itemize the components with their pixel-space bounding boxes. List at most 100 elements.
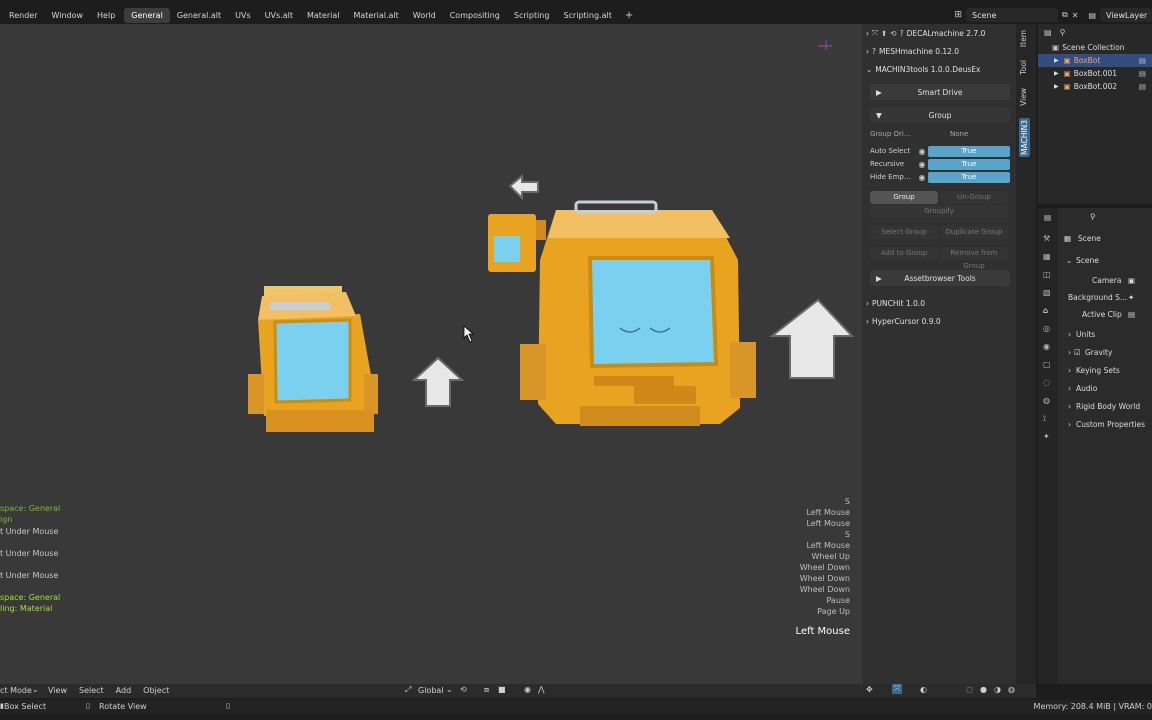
properties-tab-icon[interactable]: ◌ <box>1043 378 1050 387</box>
chevron-right-icon[interactable]: › <box>1068 420 1071 429</box>
expand-arrow-icon[interactable]: ▶ <box>1054 70 1059 77</box>
remove-scene-icon[interactable]: ✕ <box>1072 11 1079 20</box>
scene-icon[interactable]: ⊞ <box>954 10 962 20</box>
tab-scripting-alt[interactable]: Scripting.alt <box>556 8 618 23</box>
background-scene-field-icon[interactable]: ✦ <box>1128 293 1134 302</box>
property-panel-header[interactable]: Rigid Body World <box>1076 402 1140 411</box>
eye-icon[interactable]: ◉ <box>916 147 928 156</box>
add-workspace-button[interactable]: + <box>619 10 639 21</box>
tab-material[interactable]: Material <box>300 8 347 23</box>
proportional-edit-icon[interactable]: ◉ <box>524 685 531 694</box>
viewport-gizmo-icon[interactable]: ✥ <box>866 685 873 694</box>
remove-from-group-button[interactable]: Remove from Group <box>940 247 1008 270</box>
duplicate-group-button[interactable]: Duplicate Group <box>940 226 1008 239</box>
group-prop-toggle[interactable]: True <box>928 145 1010 157</box>
tab-scripting[interactable]: Scripting <box>507 8 557 23</box>
smart-drive-panel[interactable]: ▶ Smart Drive <box>870 84 1010 100</box>
chevron-right-icon[interactable]: › <box>1068 348 1071 357</box>
falloff-icon[interactable]: ⋀ <box>538 685 545 694</box>
chevron-right-icon[interactable]: › <box>1068 330 1071 339</box>
tab-uvs-alt[interactable]: UVs.alt <box>258 8 300 23</box>
groupify-button[interactable]: Groupify <box>870 205 1008 218</box>
properties-header-icon[interactable]: ▤ <box>1044 213 1051 222</box>
chevron-right-icon[interactable]: › <box>1068 384 1071 393</box>
xray-icon[interactable]: ◐ <box>920 685 927 694</box>
addon-panel-0[interactable]: › ⤧ ⬆ ⟲? DECALmachine 2.7.0 <box>866 26 1014 40</box>
chevron-right-icon[interactable]: › <box>1068 366 1071 375</box>
menu-render[interactable]: Render <box>2 11 44 20</box>
eye-icon[interactable]: ◉ <box>916 173 928 182</box>
tab-material-alt[interactable]: Material.alt <box>346 8 405 23</box>
sidebar-tab-item[interactable]: Item <box>1019 30 1028 47</box>
properties-search-icon[interactable]: ⚲ <box>1090 212 1096 221</box>
properties-tab-icon[interactable]: ✦ <box>1043 432 1050 441</box>
viewport-menu-select[interactable]: Select <box>79 686 104 695</box>
snap-target-icon[interactable]: ■ <box>498 685 506 694</box>
tab-general-alt[interactable]: General.alt <box>170 8 228 23</box>
outliner-item[interactable]: ▶ ▣ BoxBot.002 ▤ <box>1038 80 1152 93</box>
gravity-checkbox[interactable]: ☑ <box>1074 348 1081 357</box>
decal-tool-icon[interactable]: ⤧ <box>872 28 878 38</box>
decal-tool-icon[interactable]: ⬆ <box>881 29 887 38</box>
expand-arrow-icon[interactable]: ▶ <box>1054 83 1059 90</box>
sidebar-tab-machin3[interactable]: MACHIN3 <box>1019 118 1030 157</box>
tab-world[interactable]: World <box>406 8 443 23</box>
active-clip-field-icon[interactable]: ▤ <box>1128 310 1135 319</box>
group-panel[interactable]: ▼ Group <box>870 107 1010 123</box>
transform-orientation-selector[interactable]: Global <box>418 686 444 695</box>
properties-tab-icon[interactable]: ◫ <box>1043 270 1051 279</box>
property-panel-header[interactable]: Audio <box>1076 384 1097 393</box>
decal-tool-icon[interactable]: ? <box>900 29 904 38</box>
eye-icon[interactable]: ◉ <box>916 160 928 169</box>
new-scene-icon[interactable]: ⧉ <box>1062 10 1068 20</box>
viewport-menu-object[interactable]: Object <box>143 686 169 695</box>
overlay-icon[interactable]: ⤧ <box>892 684 903 694</box>
collapse-arrow-icon[interactable]: ⌄ <box>1066 256 1072 265</box>
property-panel-header[interactable]: Custom Properties <box>1076 420 1145 429</box>
menu-help[interactable]: Help <box>90 11 122 20</box>
properties-tab-icon[interactable]: ▢ <box>1043 360 1051 369</box>
outliner-display-icon[interactable]: ⚲ <box>1060 28 1066 37</box>
property-panel-header[interactable]: Keying Sets <box>1076 366 1120 375</box>
scene-section-label[interactable]: Scene <box>1076 256 1099 265</box>
properties-tab-icon[interactable]: ▦ <box>1043 252 1051 261</box>
solid-shading-icon[interactable]: ● <box>980 685 987 694</box>
material-shading-icon[interactable]: ◑ <box>994 685 1001 694</box>
outliner-item[interactable]: ▶ ▣ BoxBot ▤ <box>1038 54 1152 67</box>
group-origin-row[interactable]: Group Ori... None <box>870 128 1010 140</box>
camera-field-icon[interactable]: ▣ <box>1128 276 1135 285</box>
outliner-item[interactable]: ▶ ▣ BoxBot.001 ▤ <box>1038 67 1152 80</box>
tab-general[interactable]: General <box>124 7 170 23</box>
select-group-button[interactable]: Select Group <box>870 226 938 239</box>
viewport-menu-add[interactable]: Add <box>116 686 132 695</box>
tab-compositing[interactable]: Compositing <box>443 8 507 23</box>
properties-tab-icon[interactable]: ◍ <box>1043 396 1050 405</box>
snap-icon[interactable]: ⧈ <box>484 685 489 695</box>
sidebar-tab-view[interactable]: View <box>1019 88 1028 106</box>
punchit-panel[interactable]: › PUNCHit 1.0.0 <box>866 296 1014 310</box>
property-panel-header[interactable]: Gravity <box>1085 348 1112 357</box>
mode-selector[interactable]: ct Mode <box>0 686 32 695</box>
menu-window[interactable]: Window <box>44 11 90 20</box>
help-icon[interactable]: ? <box>872 47 876 56</box>
expand-arrow-icon[interactable]: ▶ <box>1054 57 1059 64</box>
group-prop-toggle[interactable]: True <box>928 171 1010 183</box>
scene-selector[interactable]: Scene <box>966 8 1059 22</box>
3d-viewport[interactable]: space: General ign t Under Mouse t Under Mo… <box>0 24 862 684</box>
properties-tab-icon[interactable]: ⚒ <box>1043 234 1050 243</box>
chevron-right-icon[interactable]: › <box>1068 402 1071 411</box>
properties-tab-icon[interactable]: ▧ <box>1043 288 1051 297</box>
viewlayer-selector[interactable]: ViewLayer <box>1100 8 1152 22</box>
properties-tab-icon[interactable]: ⌂ <box>1043 306 1048 315</box>
addon-panel-1[interactable]: ›? MESHmachine 0.12.0 <box>866 44 1014 58</box>
ungroup-button[interactable]: Un-Group <box>940 191 1008 204</box>
properties-tab-icon[interactable]: ◎ <box>1043 324 1050 333</box>
rendered-shading-icon[interactable]: ◍ <box>1008 685 1015 694</box>
hypercursor-panel[interactable]: › HyperCursor 0.9.0 <box>866 314 1014 328</box>
pivot-icon[interactable]: ⟲ <box>460 685 467 694</box>
addon-panel-2[interactable]: ⌄ MACHIN3tools 1.0.0.DeusEx <box>866 62 1014 76</box>
group-origin-value[interactable]: None <box>950 130 968 138</box>
group-button[interactable]: Group <box>870 191 938 204</box>
properties-tab-icon[interactable]: ◉ <box>1043 342 1050 351</box>
viewport-menu-view[interactable]: View <box>48 686 67 695</box>
